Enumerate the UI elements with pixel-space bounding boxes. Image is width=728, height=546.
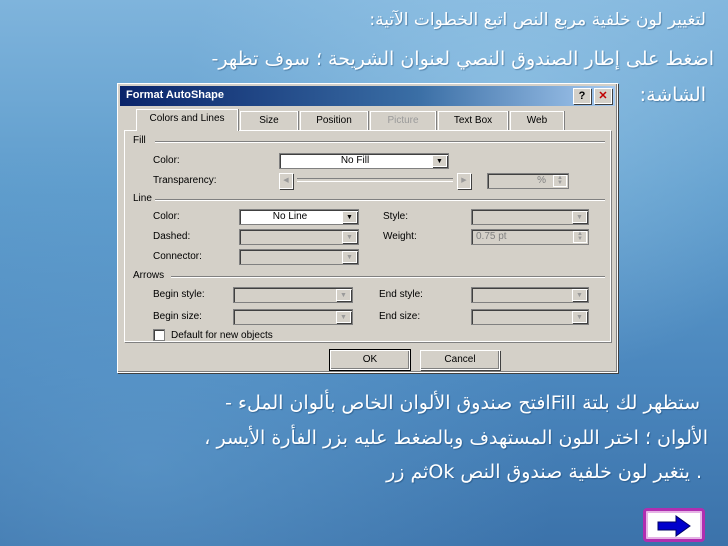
chevron-down-icon: ▼ [336,311,351,323]
dialog-titlebar[interactable]: Format AutoShape ? ✕ [120,86,615,106]
connector-dropdown[interactable]: ▼ [239,249,359,265]
arrows-section-label: Arrows [133,270,165,281]
line-color-dropdown[interactable]: No Line ▼ [239,209,359,225]
chevron-down-icon: ▼ [342,251,357,263]
arrows-divider [171,276,605,278]
step1-text-line1: اضغط على إطار الصندوق النصي لعنوان الشري… [211,48,715,70]
chevron-down-icon: ▼ [342,231,357,243]
fill-divider [155,141,605,143]
end-size-label: End size: [379,311,421,322]
begin-style-label: Begin style: [153,289,205,300]
begin-size-label: Begin size: [153,311,202,322]
tab-picture[interactable]: Picture [370,111,436,130]
slider-left-icon: ◀ [279,173,293,189]
chevron-down-icon: ▼ [572,289,587,301]
fill-section-label: Fill [133,135,146,146]
tab-position[interactable]: Position [300,111,368,130]
chevron-down-icon: ▼ [342,211,357,223]
weight-spinner[interactable]: 0.75 pt ▲ ▼ [471,229,589,245]
chevron-down-icon: ▼ [572,211,587,223]
format-autoshape-dialog: Format AutoShape ? ✕ Colors and Lines Si… [117,83,618,373]
begin-size-dropdown[interactable]: ▼ [233,309,353,325]
spinner-arrows-icon: ▲ ▼ [553,175,567,187]
line-color-value: No Line [272,211,308,222]
slider-right-icon: ▶ [457,173,471,189]
transparency-value: % [537,175,546,186]
help-button[interactable]: ? [573,88,591,104]
line-section-label: Line [133,193,152,204]
tab-size[interactable]: Size [240,111,298,130]
chevron-down-icon: ▼ [336,289,351,301]
slide-title: لتغيير لون خلفية مربع النص اتبع الخطوات … [369,10,706,30]
close-button[interactable]: ✕ [594,88,612,104]
next-slide-button[interactable] [643,508,705,542]
chevron-down-icon: ▼ [432,155,447,167]
slider-track [297,178,453,182]
dashed-label: Dashed: [153,231,191,242]
fill-color-label: Color: [153,155,180,166]
tab-web[interactable]: Web [510,111,564,130]
dialog-title: Format AutoShape [126,89,224,101]
step2-text-line1: ستظهر لك بلتة Fillافتح صندوق الألوان الخ… [225,392,700,414]
tab-panel: Fill Color: No Fill ▼ Transparency: ◀ ▶ … [124,130,611,342]
begin-style-dropdown[interactable]: ▼ [233,287,353,303]
step2-text-line3: . يتغير لون خلفية صندوق النص Okثم زر [386,461,702,483]
chevron-down-icon: ▼ [572,311,587,323]
fill-color-dropdown[interactable]: No Fill ▼ [279,153,449,169]
tab-colors-and-lines[interactable]: Colors and Lines [136,109,238,131]
cancel-button[interactable]: Cancel [420,350,500,370]
step2-text-line2: الألوان ؛ اختر اللون المستهدف وبالضغط عل… [204,427,708,449]
step1-text-line2: الشاشة: [639,84,706,106]
dashed-dropdown[interactable]: ▼ [239,229,359,245]
end-style-dropdown[interactable]: ▼ [471,287,589,303]
spinner-arrows-icon: ▲ ▼ [573,231,587,243]
transparency-label: Transparency: [153,175,217,186]
fill-color-value: No Fill [340,155,370,166]
default-checkbox-label: Default for new objects [171,330,273,341]
end-style-label: End style: [379,289,423,300]
line-style-label: Style: [383,211,409,222]
right-arrow-icon [657,515,691,537]
weight-value: 0.75 pt [476,231,507,242]
default-checkbox[interactable] [153,329,165,341]
line-color-label: Color: [153,211,180,222]
transparency-spinner[interactable]: % ▲ ▼ [487,173,569,189]
line-divider [155,199,605,201]
weight-label: Weight: [383,231,417,242]
tab-text-box[interactable]: Text Box [438,111,508,130]
ok-button[interactable]: OK [329,349,411,371]
connector-label: Connector: [153,251,202,262]
line-style-dropdown[interactable]: ▼ [471,209,589,225]
end-size-dropdown[interactable]: ▼ [471,309,589,325]
